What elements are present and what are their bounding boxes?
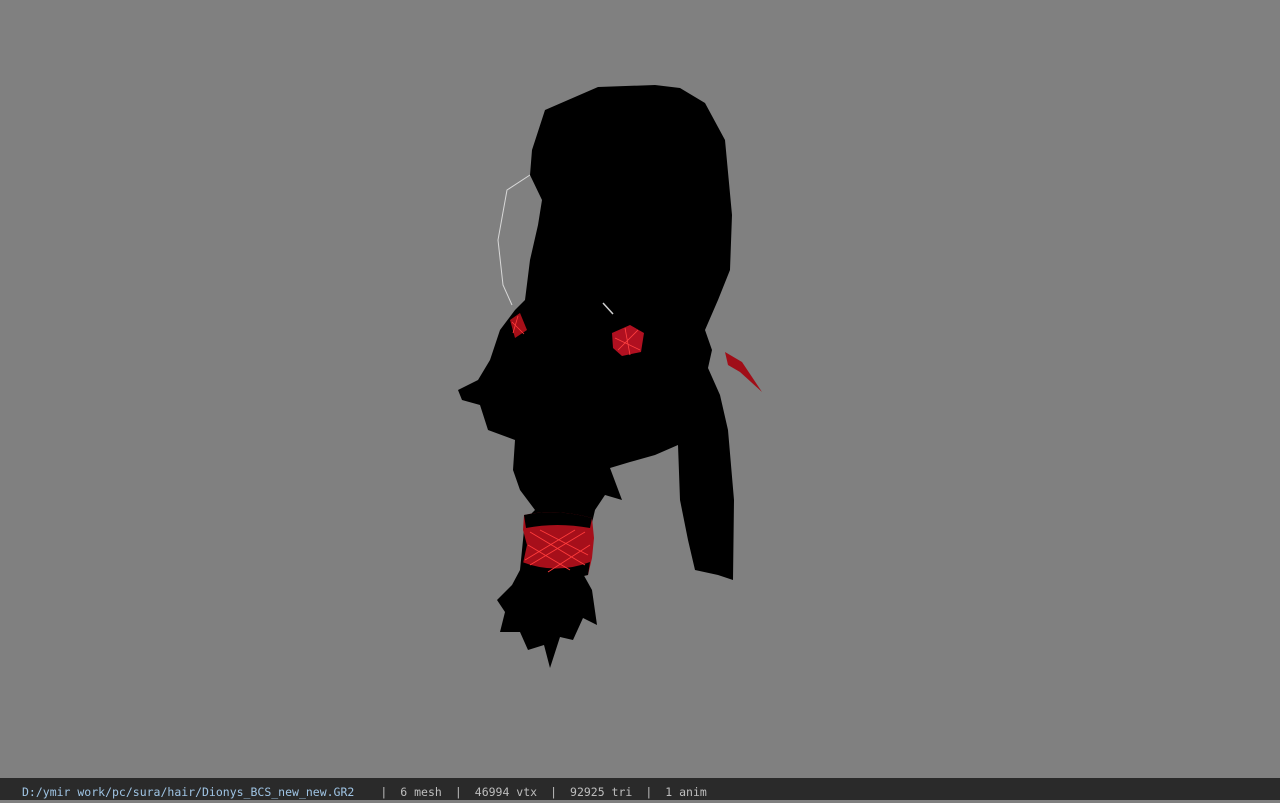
red-tie-right	[725, 352, 762, 392]
hair-mesh-main	[458, 85, 734, 668]
status-bar: D:/ymir work/pc/sura/hair/Dionys_BCS_new…	[0, 778, 1280, 800]
wire-outline	[497, 174, 531, 306]
model-render	[458, 85, 762, 668]
red-band-bottom	[521, 512, 594, 579]
3d-viewport[interactable]	[0, 0, 1280, 778]
